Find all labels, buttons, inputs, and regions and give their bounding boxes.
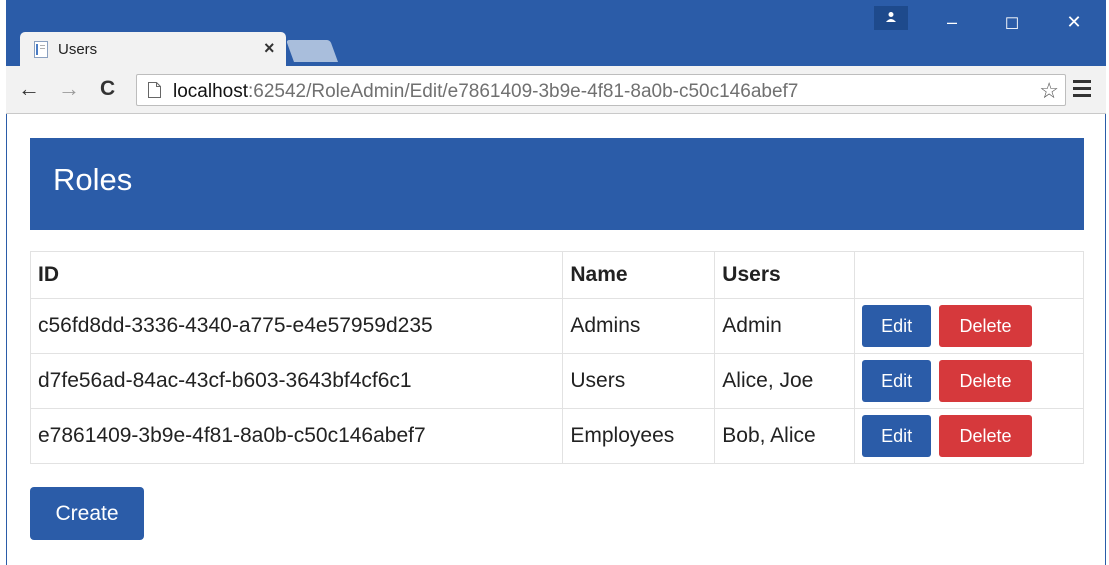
page-header: Roles <box>30 138 1084 230</box>
url-host: localhost <box>173 81 248 102</box>
url-path: :62542/RoleAdmin/Edit/e7861409-3b9e-4f81… <box>248 81 799 102</box>
maximize-button[interactable]: ☐ <box>990 14 1034 34</box>
minimize-button[interactable]: – <box>930 12 974 33</box>
role-name: Users <box>562 353 716 409</box>
edit-button[interactable]: Edit <box>862 415 932 457</box>
role-id: e7861409-3b9e-4f81-8a0b-c50c146abef7 <box>29 408 564 464</box>
table-row: c56fd8dd-3336-4340-a775-e4e57959d235 Adm… <box>29 298 1084 354</box>
column-header-users: Users <box>714 251 856 299</box>
page-title: Roles <box>53 162 133 197</box>
bookmark-star-icon[interactable]: ☆ <box>1039 78 1059 104</box>
profile-button[interactable] <box>874 6 908 30</box>
reload-icon[interactable]: C <box>100 77 115 101</box>
role-users: Bob, Alice <box>714 408 856 464</box>
column-header-id: ID <box>29 251 564 299</box>
window-border-left <box>6 114 7 565</box>
window-border-right <box>1105 114 1106 565</box>
edit-button[interactable]: Edit <box>862 305 932 347</box>
table-row: d7fe56ad-84ac-43cf-b603-3643bf4cf6c1 Use… <box>29 353 1084 409</box>
address-bar[interactable]: localhost:62542/RoleAdmin/Edit/e7861409-… <box>136 74 1066 106</box>
tab-close-icon[interactable]: × <box>264 38 275 59</box>
browser-toolbar: ← → C localhost:62542/RoleAdmin/Edit/e78… <box>6 66 1106 114</box>
close-window-button[interactable]: ✕ <box>1052 12 1096 33</box>
table-row: e7861409-3b9e-4f81-8a0b-c50c146abef7 Emp… <box>29 408 1084 464</box>
row-actions: Edit Delete <box>854 353 1084 409</box>
title-bar: Users × – ☐ ✕ <box>6 0 1106 66</box>
role-id: c56fd8dd-3336-4340-a775-e4e57959d235 <box>29 298 564 354</box>
tab-title: Users <box>58 41 98 58</box>
browser-window: Users × – ☐ ✕ ← → C localhost:62542/Role… <box>6 0 1106 565</box>
role-id: d7fe56ad-84ac-43cf-b603-3643bf4cf6c1 <box>29 353 564 409</box>
delete-button[interactable]: Delete <box>939 305 1033 347</box>
page-icon <box>148 82 161 98</box>
row-actions: Edit Delete <box>854 298 1084 354</box>
role-name: Admins <box>562 298 716 354</box>
role-users: Alice, Joe <box>714 353 856 409</box>
menu-icon[interactable] <box>1073 80 1091 101</box>
role-users: Admin <box>714 298 856 354</box>
row-actions: Edit Delete <box>854 408 1084 464</box>
url-text: localhost:62542/RoleAdmin/Edit/e7861409-… <box>173 81 798 103</box>
forward-arrow-icon[interactable]: → <box>58 76 80 102</box>
page-content: Roles ID Name Users c56fd8dd-3336-4340-a… <box>6 115 1106 565</box>
column-header-name: Name <box>562 251 716 299</box>
role-name: Employees <box>562 408 716 464</box>
table-header-row: ID Name Users <box>29 251 1084 299</box>
roles-table: ID Name Users c56fd8dd-3336-4340-a775-e4… <box>29 251 1084 464</box>
person-icon <box>886 12 896 22</box>
back-arrow-icon[interactable]: ← <box>18 76 40 102</box>
edit-button[interactable]: Edit <box>862 360 932 402</box>
new-tab-button[interactable] <box>285 40 339 62</box>
create-button[interactable]: Create <box>30 487 144 540</box>
delete-button[interactable]: Delete <box>939 415 1033 457</box>
browser-tab[interactable]: Users × <box>20 32 286 66</box>
delete-button[interactable]: Delete <box>939 360 1033 402</box>
page-favicon-icon <box>34 41 48 58</box>
column-header-actions <box>854 251 1084 299</box>
